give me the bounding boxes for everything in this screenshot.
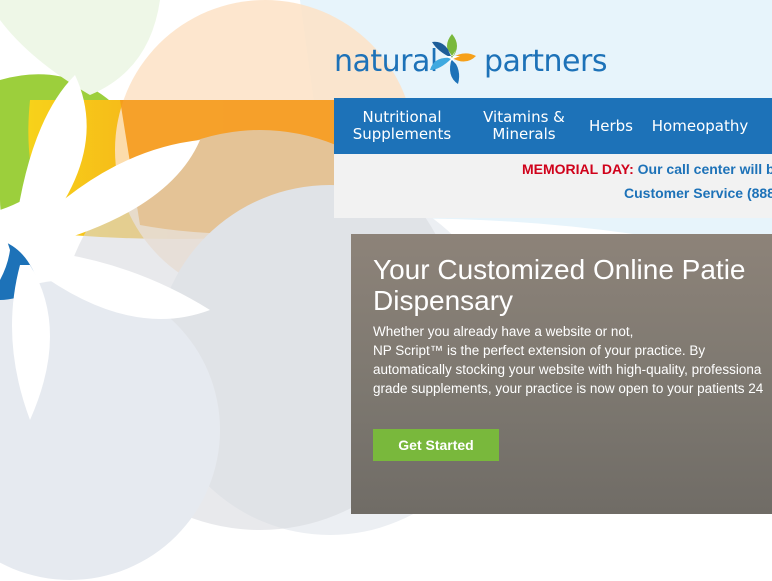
announcement-banner: MEMORIAL DAY: Our call center will b Cus… (334, 154, 772, 218)
hero-panel: Your Customized Online Patie Dispensary … (351, 234, 772, 514)
nav-item-homeopathy[interactable]: Homeopathy (650, 98, 750, 154)
announcement-message: MEMORIAL DAY: Our call center will b (522, 161, 772, 177)
nav-item-nutritional-supplements[interactable]: Nutritional Supplements (344, 98, 460, 154)
announcement-text: Our call center will b (637, 161, 772, 177)
nav-item-label: Vitamins & Minerals (483, 108, 565, 143)
announcement-prefix: MEMORIAL DAY: (522, 161, 634, 177)
main-nav: Nutritional Supplements Vitamins & Miner… (334, 98, 772, 154)
nav-item-label: Herbs (588, 116, 633, 135)
brand-name-right: partners (484, 44, 607, 79)
hero-description-line: automatically stocking your website with… (373, 362, 762, 377)
hero-description-line: Whether you already have a website or no… (373, 324, 634, 339)
hero-description: Whether you already have a website or no… (373, 322, 772, 398)
hero-description-line: NP Script™ is the perfect extension of y… (373, 343, 706, 358)
customer-service-phone[interactable]: Customer Service (888 (624, 185, 772, 201)
nav-item-herbs[interactable]: Herbs (586, 98, 636, 154)
nav-item-vitamins-minerals[interactable]: Vitamins & Minerals (476, 98, 572, 154)
nav-item-label: Homeopathy (651, 116, 749, 135)
hero-title: Your Customized Online Patie Dispensary (373, 254, 772, 316)
get-started-button[interactable]: Get Started (373, 429, 499, 461)
brand-logo[interactable]: natural partners (334, 30, 607, 92)
hero-title-line: Your Customized Online Patie (373, 254, 746, 285)
nav-item-label: Nutritional Supplements (352, 108, 452, 143)
hero-title-line: Dispensary (373, 285, 514, 316)
hero-description-line: grade supplements, your practice is now … (373, 381, 764, 396)
flower-logo-icon (422, 30, 482, 92)
